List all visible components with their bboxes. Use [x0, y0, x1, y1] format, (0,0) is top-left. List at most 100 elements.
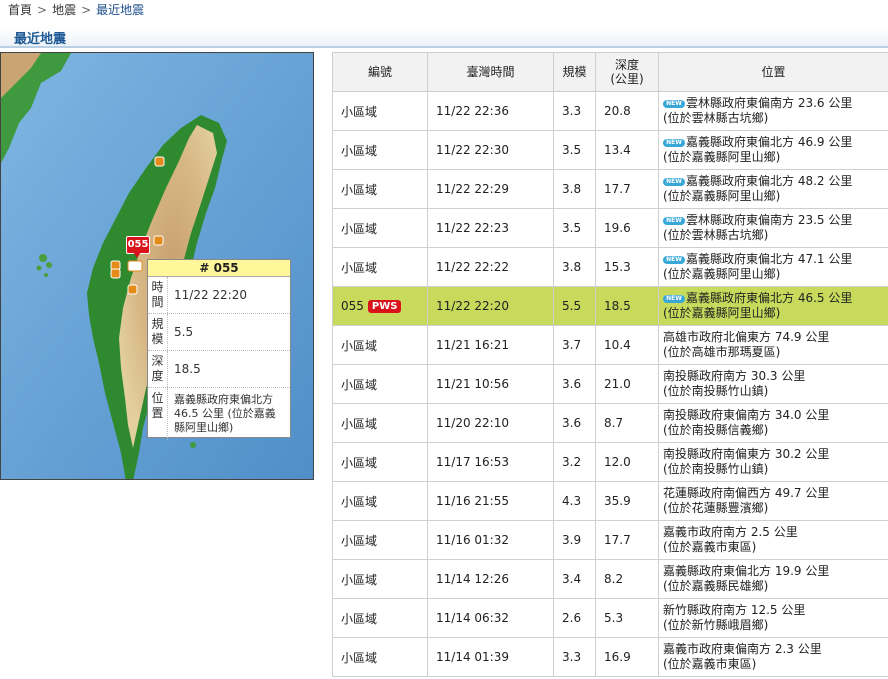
cell-location: 嘉義市政府東偏南方 2.3 公里 (位於嘉義市東區): [658, 637, 888, 677]
cell-id[interactable]: 小區域: [332, 130, 428, 170]
cell-depth: 21.0: [595, 364, 659, 404]
cell-location: 南投縣政府東偏南方 34.0 公里 (位於南投縣信義鄉): [658, 403, 888, 443]
cell-depth: 16.9: [595, 637, 659, 677]
location-primary: 南投縣政府南方 30.3 公里: [663, 369, 806, 383]
table-row[interactable]: 小區域 11/21 16:21 3.7 10.4 高雄市政府北偏東方 74.9 公里 (位…: [332, 325, 888, 365]
table-row[interactable]: 小區域 11/20 22:10 3.6 8.7 南投縣政府東偏南方 34.0 公里 (位於…: [332, 403, 888, 443]
popup-value: 18.5: [174, 362, 201, 376]
cell-id[interactable]: 055 PWS: [332, 286, 428, 326]
new-badge-icon: NEW: [663, 216, 685, 225]
cell-time: 11/22 22:22: [427, 247, 554, 287]
table-row[interactable]: 055 PWS 11/22 22:20 5.5 18.5 NEW 嘉義縣政府東偏北方 46.…: [332, 286, 888, 326]
location-primary: 嘉義縣政府東偏北方 46.5 公里: [686, 291, 853, 305]
cell-location: NEW 雲林縣政府東偏南方 23.6 公里 (位於雲林縣古坑鄉): [658, 91, 888, 131]
cell-depth: 5.3: [595, 598, 659, 638]
location-primary: 嘉義市政府東偏南方 2.3 公里: [663, 642, 822, 656]
cell-magnitude: 3.3: [553, 91, 596, 131]
table-row[interactable]: 小區域 11/14 06:32 2.6 5.3 新竹縣政府南方 12.5 公里 (位於新竹…: [332, 598, 888, 638]
cell-magnitude: 3.4: [553, 559, 596, 599]
popup-value: 11/22 22:20: [174, 288, 247, 302]
cell-location: NEW 嘉義縣政府東偏北方 47.1 公里 (位於嘉義縣阿里山鄉): [658, 247, 888, 287]
cell-id[interactable]: 小區域: [332, 364, 428, 404]
table-row[interactable]: 小區域 11/22 22:29 3.8 17.7 NEW 嘉義縣政府東偏北方 48.2 公…: [332, 169, 888, 209]
cell-location: 花蓮縣政府南偏西方 49.7 公里 (位於花蓮縣豐濱鄉): [658, 481, 888, 521]
breadcrumb: 首頁 > 地震 > 最近地震: [0, 0, 888, 22]
cell-id[interactable]: 小區域: [332, 169, 428, 209]
cell-magnitude: 3.9: [553, 520, 596, 560]
table-row[interactable]: 小區域 11/22 22:36 3.3 20.8 NEW 雲林縣政府東偏南方 23.6 公…: [332, 91, 888, 131]
cell-time: 11/17 16:53: [427, 442, 554, 482]
cell-location: 新竹縣政府南方 12.5 公里 (位於新竹縣峨眉鄉): [658, 598, 888, 638]
event-id: 小區域: [341, 338, 378, 353]
table-row[interactable]: 小區域 11/17 16:53 3.2 12.0 南投縣政府南偏東方 30.2 公里 (位…: [332, 442, 888, 482]
location-secondary: (位於嘉義市東區): [663, 657, 757, 671]
page-title: 最近地震: [14, 32, 67, 47]
cell-time: 11/22 22:30: [427, 130, 554, 170]
location-secondary: (位於嘉義縣民雄鄉): [663, 579, 769, 593]
table-row[interactable]: 小區域 11/22 22:23 3.5 19.6 NEW 雲林縣政府東偏南方 23.5 公…: [332, 208, 888, 248]
cell-id[interactable]: 小區域: [332, 598, 428, 638]
cell-location: 南投縣政府南偏東方 30.2 公里 (位於南投縣竹山鎮): [658, 442, 888, 482]
popup-title: # 055: [148, 260, 290, 277]
column-header-magnitude: 規模: [553, 52, 596, 92]
breadcrumb-earthquake[interactable]: 地震: [52, 3, 76, 17]
cell-id[interactable]: 小區域: [332, 481, 428, 521]
cell-magnitude: 3.2: [553, 442, 596, 482]
event-id: 小區域: [341, 377, 378, 392]
location-primary: 新竹縣政府南方 12.5 公里: [663, 603, 806, 617]
cell-id[interactable]: 小區域: [332, 520, 428, 560]
table-row[interactable]: 小區域 11/14 01:39 3.3 16.9 嘉義市政府東偏南方 2.3 公里 (位於…: [332, 637, 888, 677]
popup-value: 嘉義縣政府東偏北方 46.5 公里 (位於嘉義縣阿里山鄉): [174, 393, 276, 434]
cell-location: NEW 嘉義縣政府東偏北方 48.2 公里 (位於嘉義縣阿里山鄉): [658, 169, 888, 209]
cell-id[interactable]: 小區域: [332, 559, 428, 599]
popup-label: 時間: [148, 277, 168, 313]
cell-location: 高雄市政府北偏東方 74.9 公里 (位於高雄市那瑪夏區): [658, 325, 888, 365]
cell-depth: 8.7: [595, 403, 659, 443]
event-id: 小區域: [341, 260, 378, 275]
cell-location: NEW 雲林縣政府東偏南方 23.5 公里 (位於雲林縣古坑鄉): [658, 208, 888, 248]
new-badge-icon: NEW: [663, 294, 685, 303]
cell-time: 11/21 10:56: [427, 364, 554, 404]
cell-magnitude: 3.6: [553, 403, 596, 443]
table-row[interactable]: 小區域 11/16 01:32 3.9 17.7 嘉義市政府南方 2.5 公里 (位於嘉義…: [332, 520, 888, 560]
location-secondary: (位於嘉義縣阿里山鄉): [663, 267, 781, 281]
event-id: 小區域: [341, 104, 378, 119]
cell-magnitude: 3.3: [553, 637, 596, 677]
cell-id[interactable]: 小區域: [332, 91, 428, 131]
new-badge-icon: NEW: [663, 138, 685, 147]
cell-id[interactable]: 小區域: [332, 403, 428, 443]
popup-row-time: 時間 11/22 22:20: [148, 277, 290, 314]
new-badge-icon: NEW: [663, 255, 685, 264]
location-primary: 雲林縣政府東偏南方 23.5 公里: [686, 213, 853, 227]
cell-time: 11/20 22:10: [427, 403, 554, 443]
column-header-id: 編號: [332, 52, 428, 92]
popup-row-depth: 深度 18.5: [148, 351, 290, 388]
location-secondary: (位於嘉義市東區): [663, 540, 757, 554]
location-primary: 嘉義縣政府東偏北方 48.2 公里: [686, 174, 853, 188]
table-row[interactable]: 小區域 11/16 21:55 4.3 35.9 花蓮縣政府南偏西方 49.7 公里 (位…: [332, 481, 888, 521]
cell-id[interactable]: 小區域: [332, 637, 428, 677]
table-row[interactable]: 小區域 11/22 22:22 3.8 15.3 NEW 嘉義縣政府東偏北方 47.1 公…: [332, 247, 888, 287]
breadcrumb-home[interactable]: 首頁: [8, 3, 32, 17]
cell-id[interactable]: 小區域: [332, 442, 428, 482]
event-id: 055: [341, 299, 364, 313]
cell-location: NEW 嘉義縣政府東偏北方 46.5 公里 (位於嘉義縣阿里山鄉): [658, 286, 888, 326]
event-id: 小區域: [341, 416, 378, 431]
cell-time: 11/14 01:39: [427, 637, 554, 677]
breadcrumb-separator: >: [37, 3, 48, 17]
cell-id[interactable]: 小區域: [332, 325, 428, 365]
location-secondary: (位於花蓮縣豐濱鄉): [663, 501, 769, 515]
table-row[interactable]: 小區域 11/21 10:56 3.6 21.0 南投縣政府南方 30.3 公里 (位於南…: [332, 364, 888, 404]
cell-id[interactable]: 小區域: [332, 208, 428, 248]
cell-time: 11/14 06:32: [427, 598, 554, 638]
cell-magnitude: 3.8: [553, 247, 596, 287]
section-header: 最近地震: [0, 26, 888, 48]
cell-time: 11/22 22:36: [427, 91, 554, 131]
popup-value: 5.5: [174, 325, 194, 339]
table-row[interactable]: 小區域 11/22 22:30 3.5 13.4 NEW 嘉義縣政府東偏北方 46.9 公…: [332, 130, 888, 170]
cell-magnitude: 3.5: [553, 208, 596, 248]
table-row[interactable]: 小區域 11/14 12:26 3.4 8.2 嘉義縣政府東偏北方 19.9 公里 (位於…: [332, 559, 888, 599]
cell-depth: 10.4: [595, 325, 659, 365]
cell-time: 11/22 22:23: [427, 208, 554, 248]
cell-id[interactable]: 小區域: [332, 247, 428, 287]
